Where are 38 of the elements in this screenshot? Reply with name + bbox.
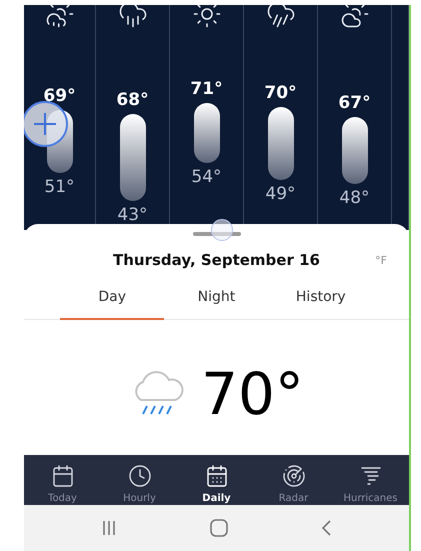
nav-tab[interactable]: Hurricanes [332,455,409,505]
tab[interactable]: Night [164,283,269,320]
high-temperature: 69° [43,86,76,106]
clock-icon [128,464,152,488]
current-temperature: 70° [201,362,304,426]
temperature-bar [194,103,220,162]
calendar-icon [204,464,228,488]
high-temperature: 71° [190,79,223,99]
high-temperature: 67° [338,93,371,113]
calendar-icon [50,464,74,488]
unit-toggle[interactable]: °F [375,254,387,266]
nav-tab[interactable]: Today [24,455,101,505]
high-temperature: 70° [264,82,297,102]
nav-tab[interactable]: Hourly [101,455,178,505]
sun-icon [192,5,222,29]
drag-handle[interactable] [192,232,240,236]
low-temperature: 54° [191,166,222,186]
tab[interactable]: History [268,283,373,320]
tab[interactable]: Day [60,283,164,320]
low-temperature: 43° [117,205,148,225]
date-title: Thursday, September 16 [113,251,320,269]
low-temperature: 49° [265,184,296,204]
sun-cloud-icon [340,5,370,29]
recents-icon [100,520,116,536]
nav-tab[interactable]: Daily [178,455,255,505]
low-temperature: 48° [339,188,370,208]
home-icon [210,519,228,537]
plus-icon [32,111,58,137]
rain-cloud-icon [266,5,296,29]
touch-indicator [211,219,233,241]
low-temperature: 51° [44,177,75,197]
radar-icon [282,464,306,488]
high-temperature: 68° [116,90,149,110]
sun-cloud-rain-icon [44,5,74,29]
rain-cloud-icon [118,5,148,29]
nav-tab[interactable]: Radar [255,455,332,505]
temperature-bar [342,117,368,184]
back-icon [320,520,332,536]
